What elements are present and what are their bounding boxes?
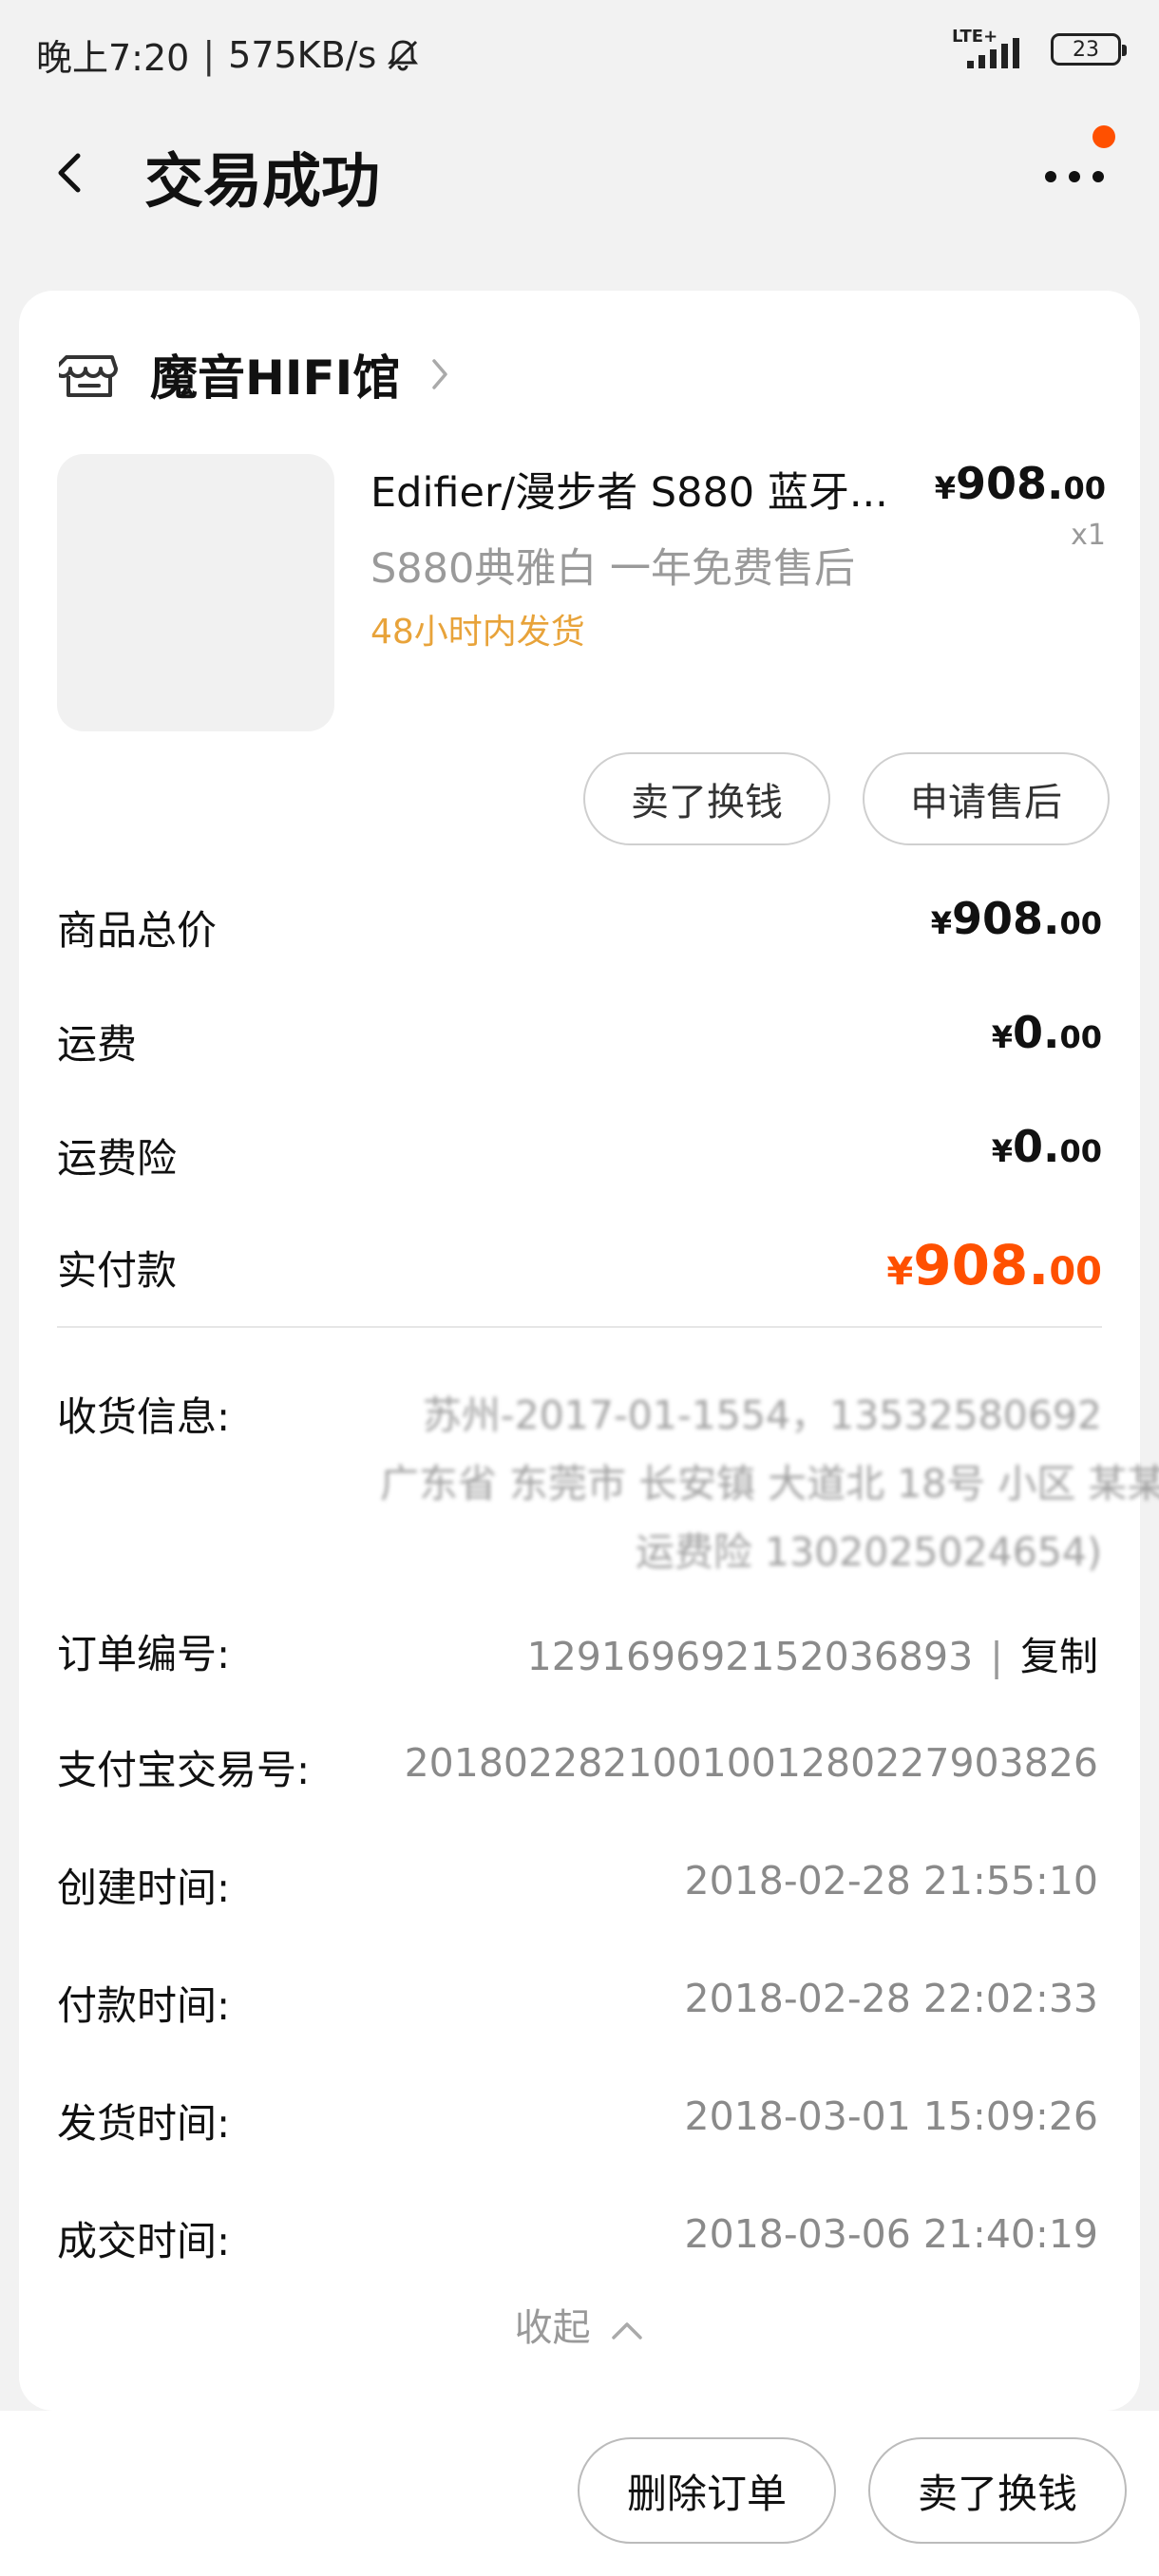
order-number-value: 129169692152036893 | 复制 — [527, 1624, 1098, 1681]
page-title: 交易成功 — [144, 146, 381, 216]
product-title[interactable]: Edifier/漫步者 S880 蓝牙... — [370, 460, 922, 519]
mute-bell-icon — [388, 39, 419, 70]
status-separator: | — [202, 33, 216, 76]
alipay-trade-value: 2018022821001001280227903826 — [404, 1740, 1098, 1786]
status-left: 晚上7:20 | 575KB/s — [36, 28, 422, 81]
completed-time-value: 2018-03-06 21:40:19 — [684, 2211, 1098, 2257]
nav-bar: 交易成功 — [0, 104, 1159, 237]
shipped-time-value: 2018-03-01 15:09:26 — [684, 2093, 1098, 2139]
shipped-time-label: 发货时间: — [57, 2100, 231, 2147]
product-image[interactable] — [57, 454, 334, 731]
shop-icon — [59, 355, 118, 397]
shipping-insurance-amount: ¥0.00 — [991, 1121, 1102, 1172]
product-quantity: x1 — [1071, 519, 1106, 552]
paid-amount-label: 实付款 — [57, 1247, 178, 1294]
copy-separator: | — [990, 1634, 1003, 1679]
shipping-insurance-row: 运费险 ¥0.00 — [57, 1117, 1102, 1193]
paid-time-row: 付款时间: 2018-02-28 22:02:33 — [57, 1964, 1102, 2040]
delivery-label: 收货信息: — [57, 1393, 231, 1440]
paid-amount-row: 实付款 ¥908.00 — [57, 1229, 1102, 1305]
divider — [57, 1326, 1102, 1328]
order-number-row: 订单编号: 129169692152036893 | 复制 — [57, 1613, 1102, 1689]
price-symbol: ¥ — [934, 470, 956, 506]
address-line-3: 运费险 1302025024654) — [635, 1529, 1102, 1575]
delivery-address: 苏州-2017-01-1554，13532580692 广东省 东莞市 长安镇 … — [380, 1381, 1159, 1586]
order-number: 129169692152036893 — [526, 1634, 974, 1679]
shipping-fee-amount: ¥0.00 — [991, 1007, 1102, 1058]
subtotal-amount: ¥908.00 — [930, 893, 1102, 944]
battery-level: 23 — [1073, 37, 1099, 62]
status-right: LTE+ 23 — [952, 27, 1127, 70]
chevron-right-icon — [432, 359, 447, 389]
alipay-trade-row: 支付宝交易号: 2018022821001001280227903826 — [57, 1729, 1102, 1805]
back-arrow-icon[interactable] — [46, 144, 93, 201]
product-sku: S880典雅白 一年免费售后 — [370, 545, 856, 593]
shipping-fee-row: 运费 ¥0.00 — [57, 1003, 1102, 1079]
sell-for-cash-button[interactable]: 卖了换钱 — [868, 2437, 1127, 2544]
delete-order-button[interactable]: 删除订单 — [578, 2437, 836, 2544]
shipping-fee-label: 运费 — [57, 1021, 138, 1068]
alipay-trade-label: 支付宝交易号: — [57, 1747, 311, 1793]
address-line-1: 苏州-2017-01-1554，13532580692 — [422, 1392, 1102, 1438]
copy-button[interactable]: 复制 — [1020, 1634, 1098, 1679]
bottom-action-bar: 删除订单 卖了换钱 — [0, 2411, 1159, 2576]
price-dec: 00 — [1063, 470, 1106, 506]
shop-header[interactable]: 魔音HIFI馆 — [59, 336, 451, 412]
shipped-time-row: 发货时间: 2018-03-01 15:09:26 — [57, 2082, 1102, 2158]
completed-time-row: 成交时间: 2018-03-06 21:40:19 — [57, 2200, 1102, 2276]
shop-name: 魔音HIFI馆 — [150, 350, 401, 406]
price-int: 908. — [955, 458, 1064, 509]
subtotal-label: 商品总价 — [57, 907, 218, 954]
address-line-2: 广东省 东莞市 长安镇 大道北 18号 小区 某某 — [380, 1461, 1159, 1506]
completed-time-label: 成交时间: — [57, 2218, 231, 2264]
status-bar: 晚上7:20 | 575KB/s LTE+ 23 — [0, 0, 1159, 104]
shipping-insurance-label: 运费险 — [57, 1135, 178, 1182]
product-price: ¥908.00 — [935, 458, 1106, 509]
sell-button[interactable]: 卖了换钱 — [583, 752, 830, 845]
order-card: 魔音HIFI馆 Edifier/漫步者 S880 蓝牙... ¥908.00 x… — [19, 291, 1159, 2411]
more-icon[interactable] — [1041, 154, 1108, 192]
order-number-label: 订单编号: — [57, 1631, 231, 1677]
shipping-note: 48小时内发货 — [370, 613, 585, 652]
collapse-label: 收起 — [514, 2306, 591, 2350]
notification-dot — [1092, 125, 1115, 148]
collapse-toggle[interactable]: 收起 — [19, 2297, 1140, 2352]
paid-time-label: 付款时间: — [57, 1982, 231, 2029]
paid-time-value: 2018-02-28 22:02:33 — [684, 1976, 1098, 2021]
created-time-value: 2018-02-28 21:55:10 — [684, 1858, 1098, 1904]
created-time-label: 创建时间: — [57, 1865, 231, 1911]
chevron-up-icon — [612, 2322, 643, 2339]
status-time: 晚上7:20 — [36, 37, 190, 79]
created-time-row: 创建时间: 2018-02-28 21:55:10 — [57, 1847, 1102, 1923]
after-sale-button[interactable]: 申请售后 — [863, 752, 1110, 845]
status-speed: 575KB/s — [228, 33, 377, 76]
battery-icon: 23 — [1051, 33, 1127, 66]
paid-amount: ¥908.00 — [886, 1233, 1102, 1297]
signal-icon: LTE+ — [952, 27, 1032, 70]
subtotal-row: 商品总价 ¥908.00 — [57, 889, 1102, 965]
